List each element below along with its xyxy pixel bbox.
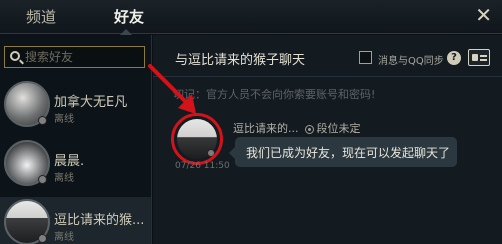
chat-panel: 与逗比请来的猴子聊天 消息与QQ同步 ? 切记：官方人员不会向你索要账号和密码!… <box>153 35 502 244</box>
message-timestamp: 07/26 11:50 <box>175 161 230 171</box>
tab-channels[interactable]: 频道 <box>26 6 56 27</box>
friend-name: 晨晨. <box>54 154 85 169</box>
sender-rank: 段位未定 <box>316 122 361 135</box>
friend-list-item[interactable]: 晨晨. 离线 <box>0 138 151 194</box>
profile-card-icon[interactable] <box>468 49 490 66</box>
offline-status-icon <box>38 234 47 243</box>
offline-status-icon <box>38 116 47 125</box>
friends-panel: 加拿大无E凡 离线 晨晨. 离线 逗比请来的猴... 离线 <box>0 35 152 244</box>
friend-status: 离线 <box>54 232 74 243</box>
sender-name: 逗比请来的... <box>233 122 299 135</box>
top-tab-bar: 频道 好友 ✕ <box>0 0 502 35</box>
divider <box>153 76 502 77</box>
search-input[interactable] <box>25 49 141 65</box>
message-sender: 逗比请来的... 段位未定 <box>233 120 361 136</box>
friend-list-item[interactable]: 加拿大无E凡 离线 <box>0 79 151 135</box>
search-icon <box>10 51 20 61</box>
qq-sync-label: 消息与QQ同步 <box>378 56 444 67</box>
help-icon[interactable]: ? <box>447 51 461 65</box>
rank-icon <box>304 124 314 134</box>
search-box[interactable] <box>4 46 145 68</box>
tab-friends[interactable]: 好友 <box>114 6 144 27</box>
annotation-arrow-icon <box>148 64 196 114</box>
friend-status: 离线 <box>54 173 74 184</box>
friend-name: 加拿大无E凡 <box>54 95 128 110</box>
highlight-circle <box>171 113 223 165</box>
qq-sync-checkbox[interactable] <box>359 51 372 64</box>
friend-list-item-selected[interactable]: 逗比请来的猴... 离线 <box>0 197 151 244</box>
close-icon[interactable]: ✕ <box>475 4 492 26</box>
friend-status: 离线 <box>54 114 74 125</box>
offline-status-icon <box>38 175 47 184</box>
friend-name: 逗比请来的猴... <box>54 213 145 228</box>
message-bubble: 我们已成为好友，现在可以发起聊天了 <box>229 137 457 167</box>
message-text: 我们已成为好友，现在可以发起聊天了 <box>246 146 451 160</box>
